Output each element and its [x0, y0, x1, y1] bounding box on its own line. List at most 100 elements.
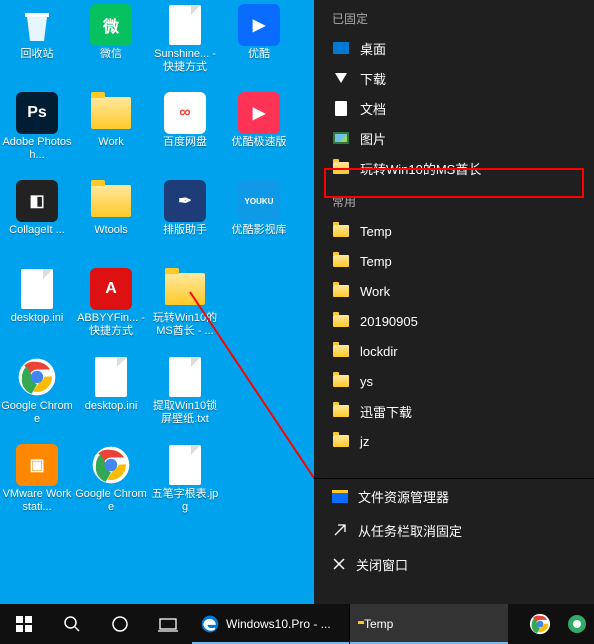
desktop-icon-win10lock[interactable]: 提取Win10锁屏壁纸.txt — [148, 352, 222, 440]
jl-xunlei[interactable]: 迅雷下载 — [314, 396, 594, 426]
jl-close[interactable]: 关闭窗口 — [314, 547, 594, 581]
sunshine-icon — [164, 4, 206, 46]
download-icon — [332, 69, 350, 87]
desktop-icon-desktop-ini-1[interactable]: desktop.ini — [0, 264, 74, 352]
doc-icon — [332, 99, 350, 117]
desktop-icon-chrome-2[interactable]: Google Chrome — [74, 440, 148, 528]
desktop-ini-1-icon — [16, 268, 58, 310]
youku-movie-icon: YOUKU — [238, 180, 280, 222]
collageit-icon: ◧ — [16, 180, 58, 222]
folder-icon — [332, 432, 350, 450]
taskbar-generic-app[interactable] — [560, 604, 594, 644]
jl-lockdir[interactable]: lockdir — [314, 336, 594, 366]
pic-icon — [332, 129, 350, 147]
jl-explorer[interactable]: 文件资源管理器 — [314, 479, 594, 513]
desktop-icon-label: 回收站 — [21, 48, 54, 61]
desktop-icon-wechat[interactable]: 微微信 — [74, 0, 148, 88]
desktop-icon-label: 提取Win10锁屏壁纸.txt — [149, 400, 221, 426]
desktop-icon-collageit[interactable]: ◧CollageIt ... — [0, 176, 74, 264]
desktop-icon-wubi[interactable]: 五笔字根表.jpg — [148, 440, 222, 528]
desktop-icon-label: 微信 — [100, 48, 122, 61]
jl-work[interactable]: Work — [314, 276, 594, 306]
desktop-icon-youku[interactable]: ▶优酷 — [222, 0, 296, 88]
folder-icon — [332, 402, 350, 420]
taskbar-app-temp[interactable]: Temp — [350, 604, 508, 644]
folder-icon — [332, 342, 350, 360]
jl-jz[interactable]: jz — [314, 426, 594, 456]
desktop-icon-sunshine[interactable]: Sunshine... - 快捷方式 — [148, 0, 222, 88]
chrome-2-icon — [90, 444, 132, 486]
folder-icon — [332, 222, 350, 240]
close-icon — [332, 557, 346, 571]
win10lock-icon — [164, 356, 206, 398]
jump-list: 已固定 桌面下载文档图片玩转Win10的MS酋长 常用 Temp Temp Work… — [314, 0, 594, 604]
wechat-icon: 微 — [90, 4, 132, 46]
desktop-icon-label: 玩转Win10的MS酋长 - ... — [149, 312, 221, 338]
desktop-icon-label: desktop.ini — [85, 400, 138, 413]
jump-list-item-label: jz — [360, 434, 369, 449]
jl-pictures[interactable]: 图片 — [314, 123, 594, 153]
vmware-icon: ▣ — [16, 444, 58, 486]
jump-list-item-label: 文档 — [360, 99, 386, 118]
jump-list-item-label: 桌面 — [360, 39, 386, 58]
desktop-icon-wtools[interactable]: Wtools — [74, 176, 148, 264]
chrome-1-icon — [16, 356, 58, 398]
jl-temp2[interactable]: Temp — [314, 246, 594, 276]
jump-list-item-label: lockdir — [360, 344, 398, 359]
jl-downloads[interactable]: 下载 — [314, 63, 594, 93]
jl-ys[interactable]: ys — [314, 366, 594, 396]
desktop-ini-2-icon — [90, 356, 132, 398]
desktop-icon-photoshop[interactable]: PsAdobe Photosh... — [0, 88, 74, 176]
folder-icon — [332, 159, 350, 177]
taskbar-app-temp-label: Temp — [364, 617, 393, 631]
desktop-icon-vmware[interactable]: ▣VMware Workstati... — [0, 440, 74, 528]
jl-temp1[interactable]: Temp — [314, 216, 594, 246]
jump-list-item-label: Temp — [360, 254, 392, 269]
jl-date[interactable]: 20190905 — [314, 306, 594, 336]
desktop-icon-label: Work — [98, 136, 123, 149]
desktop-icon-chrome-1[interactable]: Google Chrome — [0, 352, 74, 440]
recycle-bin-icon — [16, 4, 58, 46]
desktop-icon-youku-fast[interactable]: ▶优酷极速版 — [222, 88, 296, 176]
taskbar-app-edge-label: Windows10.Pro - ... — [226, 617, 331, 631]
wubi-icon — [164, 444, 206, 486]
baidupan-icon: ∞ — [164, 92, 206, 134]
jl-documents[interactable]: 文档 — [314, 93, 594, 123]
jump-list-item-label: 关闭窗口 — [356, 555, 408, 574]
jump-list-item-label: Work — [360, 284, 390, 299]
desktop-icon-label: desktop.ini — [11, 312, 64, 325]
jl-win10ms[interactable]: 玩转Win10的MS酋长 — [314, 153, 594, 183]
pinned-section-title: 已固定 — [314, 0, 594, 33]
desktop-icon-label: ABBYYFin... - 快捷方式 — [75, 312, 147, 338]
desktop-icon-desktop-ini-2[interactable]: desktop.ini — [74, 352, 148, 440]
jump-list-item-label: Temp — [360, 224, 392, 239]
desktop-icon-abbyy[interactable]: AABBYYFin... - 快捷方式 — [74, 264, 148, 352]
jl-desktop[interactable]: 桌面 — [314, 33, 594, 63]
desktop-icon — [332, 39, 350, 57]
desktop-icon-label: Sunshine... - 快捷方式 — [149, 48, 221, 74]
desktop-icon-work-folder[interactable]: Work — [74, 88, 148, 176]
desktop-icon-recycle-bin[interactable]: 回收站 — [0, 0, 74, 88]
desktop-background[interactable]: 回收站微微信Sunshine... - 快捷方式▶优酷PsAdobe Photo… — [0, 0, 594, 644]
jump-list-item-label: ys — [360, 374, 373, 389]
folder-icon — [332, 312, 350, 330]
jl-unpin[interactable]: 从任务栏取消固定 — [314, 513, 594, 547]
taskbar: Windows10.Pro - ... Temp — [0, 604, 594, 644]
win10ms-folder-icon — [164, 268, 206, 310]
task-view-button[interactable] — [144, 604, 192, 644]
folder-icon — [332, 252, 350, 270]
cortana-button[interactable] — [96, 604, 144, 644]
desktop-icon-win10ms-folder[interactable]: 玩转Win10的MS酋长 - ... — [148, 264, 222, 352]
desktop-icon-baidupan[interactable]: ∞百度网盘 — [148, 88, 222, 176]
start-button[interactable] — [0, 604, 48, 644]
unpin-icon — [332, 522, 348, 538]
frequent-section-title: 常用 — [314, 183, 594, 216]
search-button[interactable] — [48, 604, 96, 644]
abbyy-icon: A — [90, 268, 132, 310]
desktop-icon-youku-movie[interactable]: YOUKU优酷影视库 — [222, 176, 296, 264]
taskbar-app-edge[interactable]: Windows10.Pro - ... — [192, 604, 350, 644]
taskbar-chrome[interactable] — [520, 604, 560, 644]
desktop-icon-label: Google Chrome — [75, 488, 147, 514]
desktop-icon-paiban[interactable]: ✒排版助手 — [148, 176, 222, 264]
paiban-icon: ✒ — [164, 180, 206, 222]
